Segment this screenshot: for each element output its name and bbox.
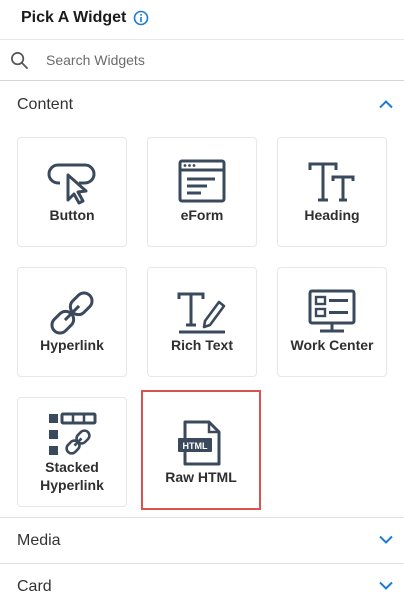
widget-stacked-hyperlink-tile[interactable]: Stacked Hyperlink (17, 397, 127, 507)
widget-hyperlink-tile[interactable]: Hyperlink (17, 267, 127, 377)
stacked-hyperlink-icon (49, 412, 97, 455)
section-media-header[interactable]: Media (0, 518, 404, 564)
hyperlink-icon (50, 291, 94, 335)
widget-stacked-hyperlink-label-line1: Stacked (45, 459, 99, 475)
widget-heading-tile[interactable]: Heading (277, 137, 387, 247)
widget-eform-label: eForm (180, 207, 224, 223)
search-bar (0, 40, 404, 81)
chevron-down-icon (379, 581, 393, 590)
widget-work-center-tile[interactable]: Work Center (277, 267, 387, 377)
widget-button-label: Button (49, 207, 95, 223)
widget-work-center-label: Work Center (290, 337, 374, 353)
heading-icon (308, 162, 355, 202)
panel-header: Pick A Widget (0, 0, 404, 40)
work-center-icon (308, 289, 356, 333)
widget-raw-html-tile[interactable]: HTML Raw HTML (141, 390, 261, 510)
search-input[interactable] (46, 50, 386, 70)
widget-button-tile[interactable]: Button (17, 137, 127, 247)
widget-hyperlink-label: Hyperlink (40, 337, 104, 353)
widget-raw-html-label: Raw HTML (165, 469, 237, 485)
widget-heading-label: Heading (304, 207, 360, 223)
section-media-label: Media (17, 532, 61, 549)
info-icon[interactable] (133, 10, 149, 26)
raw-html-icon-text: HTML (183, 441, 208, 451)
rich-text-icon (177, 292, 226, 334)
section-card-header[interactable]: Card (0, 564, 404, 610)
section-card-label: Card (17, 578, 52, 595)
search-icon (11, 52, 28, 69)
eform-icon (178, 159, 226, 203)
widget-stacked-hyperlink-label-line2: Hyperlink (40, 477, 104, 493)
widget-rich-text-label: Rich Text (171, 337, 233, 353)
raw-html-icon: HTML (178, 420, 221, 466)
button-icon (47, 163, 96, 205)
panel-title: Pick A Widget (21, 9, 127, 26)
widget-rich-text-tile[interactable]: Rich Text (147, 267, 257, 377)
chevron-down-icon (379, 535, 393, 544)
section-content-label: Content (17, 96, 74, 113)
widget-eform-tile[interactable]: eForm (147, 137, 257, 247)
chevron-up-icon (379, 100, 393, 109)
section-content-header[interactable]: Content (0, 82, 404, 128)
